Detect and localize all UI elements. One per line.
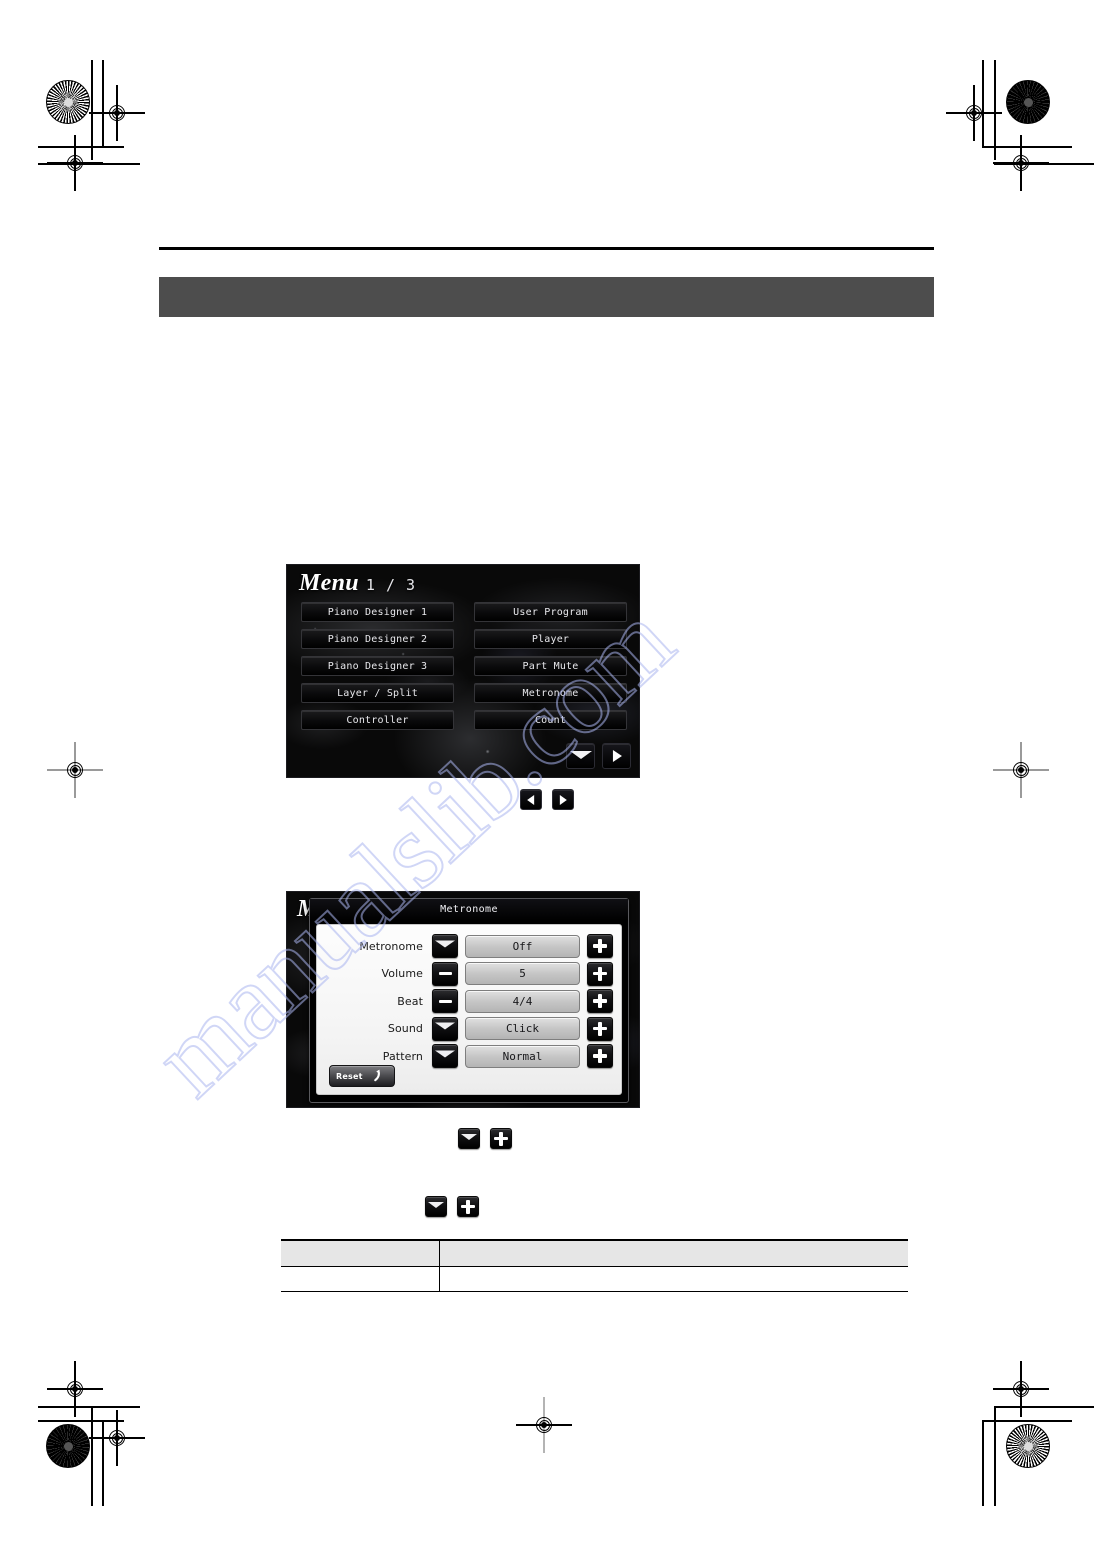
setting-label-pattern: Pattern <box>382 1049 423 1063</box>
setting-row-metronome: Metronome Off <box>325 934 613 958</box>
value-volume[interactable]: 5 <box>465 962 580 985</box>
minus-button-volume[interactable] <box>432 961 458 986</box>
plus-button-volume[interactable] <box>587 961 613 986</box>
value-pattern[interactable]: Normal <box>465 1044 580 1068</box>
menu-item-piano-designer-1[interactable]: Piano Designer 1 <box>301 602 454 622</box>
registration-mark-right-middle <box>993 742 1049 798</box>
value-metronome[interactable]: Off <box>465 934 580 958</box>
menu-item-player[interactable]: Player <box>474 629 627 649</box>
registration-star-top-right <box>1006 80 1050 124</box>
dialog-body: Metronome Off Volume 5 Beat 4/4 Sound Cl… <box>316 924 622 1095</box>
setting-row-beat: Beat 4/4 <box>325 989 613 1013</box>
section-heading-band <box>159 277 934 317</box>
minus-button-sound[interactable] <box>432 1016 458 1041</box>
table-cell-description <box>438 1266 908 1292</box>
registration-mark-left-upper <box>47 135 103 191</box>
menu-item-piano-designer-3[interactable]: Piano Designer 3 <box>301 656 454 676</box>
triangle-left-icon[interactable] <box>520 789 542 810</box>
setting-label-beat: Beat <box>397 994 423 1008</box>
menu-navigation-buttons <box>566 743 631 769</box>
reset-button-label: Reset <box>336 1071 363 1081</box>
menu-item-user-program[interactable]: User Program <box>474 602 627 622</box>
spec-table <box>281 1239 908 1292</box>
inline-icon-pair-volume <box>458 1128 512 1149</box>
plus-button-metronome[interactable] <box>587 934 613 958</box>
setting-label-sound: Sound <box>387 1022 423 1035</box>
minus-button-metronome[interactable] <box>432 934 458 958</box>
registration-mark-right-upper <box>993 135 1049 191</box>
table-header-cell-2 <box>438 1239 908 1267</box>
plus-button-beat[interactable] <box>587 989 613 1013</box>
menu-page-indicator: 1 / 3 <box>365 576 417 594</box>
table-cell-setting <box>281 1266 439 1292</box>
triangle-right-icon[interactable] <box>602 743 631 769</box>
table-row <box>281 1266 908 1292</box>
dialog-title: Metronome <box>310 899 628 921</box>
registration-star-top-left <box>46 80 90 124</box>
registration-star-bottom-right <box>1006 1424 1050 1468</box>
plus-button-icon[interactable] <box>457 1196 479 1217</box>
menu-item-part-mute[interactable]: Part Mute <box>474 656 627 676</box>
registration-mark-bottom-left-inner <box>89 1410 145 1466</box>
plus-button-sound[interactable] <box>587 1016 613 1041</box>
triangle-right-icon[interactable] <box>552 789 574 810</box>
registration-mark-right-lower <box>993 1361 1049 1417</box>
menu-screen-title: Menu 1 / 3 <box>299 571 416 595</box>
minus-button-icon[interactable] <box>425 1196 447 1217</box>
table-header-cell-1 <box>281 1239 439 1267</box>
table-header-row <box>281 1239 908 1267</box>
plus-button-pattern[interactable] <box>587 1044 613 1068</box>
reset-button[interactable]: Reset <box>329 1065 395 1087</box>
chevron-down-icon[interactable] <box>566 743 595 769</box>
menu-button-grid: Piano Designer 1 User Program Piano Desi… <box>301 602 627 730</box>
setting-label-volume: Volume <box>381 967 423 980</box>
registration-mark-top-right-inner <box>946 85 1002 141</box>
plus-button-icon[interactable] <box>490 1128 512 1149</box>
header-rule <box>159 247 934 250</box>
setting-label-metronome: Metronome <box>359 939 423 953</box>
menu-item-metronome[interactable]: Metronome <box>474 683 627 703</box>
registration-mark-left-lower <box>47 1361 103 1417</box>
minus-button-icon[interactable] <box>458 1128 480 1149</box>
metronome-dialog: Metronome Metronome Off Volume 5 Beat 4/… <box>309 898 629 1103</box>
minus-button-pattern[interactable] <box>432 1044 458 1068</box>
menu-screen: Menu 1 / 3 Piano Designer 1 User Program… <box>286 564 640 778</box>
menu-title-word: Menu <box>299 570 359 596</box>
value-beat[interactable]: 4/4 <box>465 989 580 1013</box>
registration-star-bottom-left <box>46 1424 90 1468</box>
value-sound[interactable]: Click <box>465 1017 580 1040</box>
minus-button-beat[interactable] <box>432 989 458 1013</box>
registration-mark-top-left-inner <box>89 85 145 141</box>
inline-icon-pair-beat <box>425 1196 479 1217</box>
menu-item-count[interactable]: Count <box>474 710 627 730</box>
registration-mark-left-middle <box>47 742 103 798</box>
menu-item-layer-split[interactable]: Layer / Split <box>301 683 454 703</box>
metronome-screen: M Metronome Metronome Off Volume 5 Beat … <box>286 891 640 1108</box>
registration-mark-bottom-center <box>516 1397 572 1453</box>
page-arrow-pair <box>520 789 574 810</box>
curved-arrow-icon <box>366 1069 382 1083</box>
setting-row-sound: Sound Click <box>325 1016 613 1041</box>
menu-item-piano-designer-2[interactable]: Piano Designer 2 <box>301 629 454 649</box>
menu-item-controller[interactable]: Controller <box>301 710 454 730</box>
setting-row-volume: Volume 5 <box>325 961 613 986</box>
